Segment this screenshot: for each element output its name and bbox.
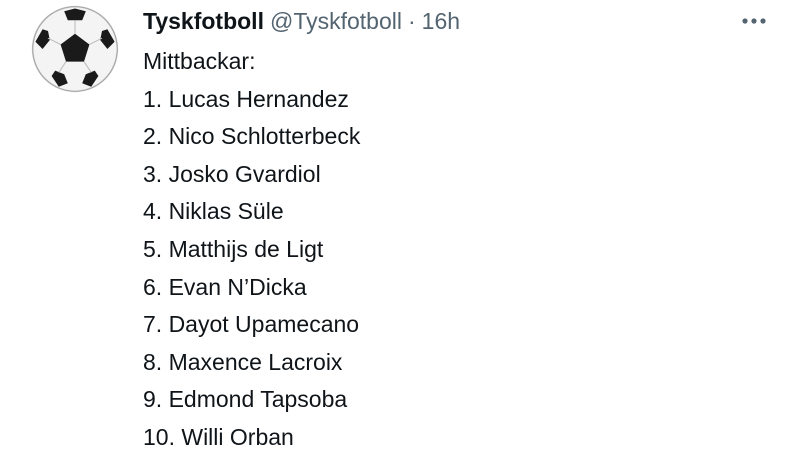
list-item: 7. Dayot Upamecano	[143, 311, 360, 338]
more-options-button[interactable]	[736, 6, 772, 36]
list-item: 6. Evan N’Dicka	[143, 273, 307, 300]
tweet: Tyskfotboll @Tyskfotboll · 16h Mittbacka…	[0, 0, 800, 450]
soccer-ball-icon	[31, 5, 119, 93]
tweet-intro: Mittbackar:	[143, 48, 256, 74]
tweet-header: Tyskfotboll @Tyskfotboll · 16h	[143, 6, 460, 36]
avatar[interactable]	[30, 4, 120, 94]
tweet-text: Mittbackar: 1. Lucas Hernandez 2. Nico S…	[143, 43, 360, 457]
list-item: 8. Maxence Lacroix	[143, 348, 343, 375]
more-options-icon	[742, 18, 766, 24]
tweet-timestamp[interactable]: 16h	[422, 8, 460, 35]
list-item: 2. Nico Schlotterbeck	[143, 123, 361, 150]
author-handle[interactable]: @Tyskfotboll	[270, 8, 402, 35]
list-item: 4. Niklas Süle	[143, 198, 284, 225]
list-item: 9. Edmond Tapsoba	[143, 386, 348, 413]
list-item: 1. Lucas Hernandez	[143, 85, 349, 112]
list-item: 5. Matthijs de Ligt	[143, 235, 324, 262]
separator-dot: ·	[407, 7, 416, 34]
list-item: 10. Willi Orban	[143, 423, 294, 450]
list-item: 3. Josko Gvardiol	[143, 160, 321, 187]
author-display-name[interactable]: Tyskfotboll	[143, 8, 264, 35]
